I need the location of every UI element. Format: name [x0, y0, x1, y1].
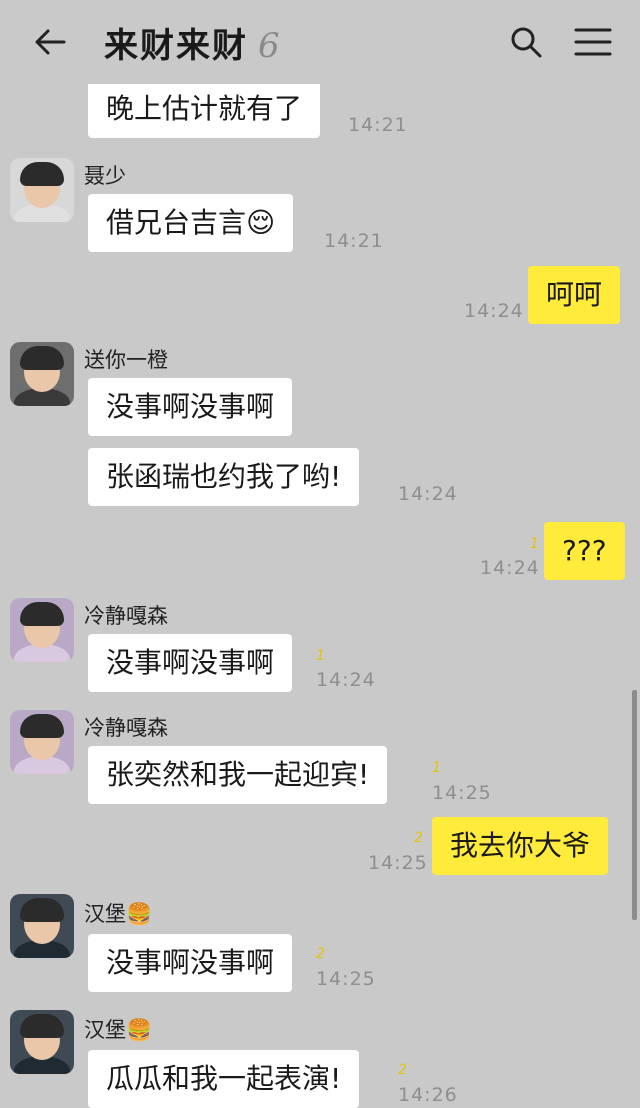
message-time: 14:21 [324, 230, 384, 252]
message-time: 14:26 [398, 1084, 458, 1106]
sender-name: 汉堡🍔 [84, 1018, 153, 1042]
top-bar: 来财来财 6 [0, 0, 640, 84]
sender-name: 冷静嘎森 [84, 604, 168, 628]
message-time: 14:24 [464, 300, 524, 322]
message-bubble[interactable]: 张奕然和我一起迎宾! [88, 746, 388, 804]
message-time: 14:25 [368, 852, 428, 874]
message-bubble[interactable]: 晚上估计就有了 [88, 80, 321, 138]
message-bubble[interactable]: 没事啊没事啊 [88, 378, 293, 436]
message-time: 14:24 [316, 669, 376, 691]
message-time: 14:21 [348, 114, 408, 136]
avatar[interactable] [10, 342, 74, 406]
message-time: 14:24 [398, 483, 458, 505]
message-bubble[interactable]: 没事啊没事啊 [88, 934, 293, 992]
my-message-bubble[interactable]: 呵呵 [528, 266, 621, 324]
my-message-bubble[interactable]: ??? [544, 522, 625, 580]
menu-icon[interactable] [574, 26, 612, 58]
sender-name: 汉堡🍔 [84, 902, 153, 926]
avatar[interactable] [10, 158, 74, 222]
read-count: 2 [316, 946, 325, 962]
avatar[interactable] [10, 894, 74, 958]
message-time: 14:25 [316, 968, 376, 990]
avatar[interactable] [10, 598, 74, 662]
read-count: 1 [316, 648, 325, 664]
message-time: 14:25 [432, 782, 492, 804]
my-message-bubble[interactable]: 我去你大爷 [432, 817, 609, 875]
avatar[interactable] [10, 710, 74, 774]
read-count: 1 [530, 536, 539, 552]
avatar[interactable] [10, 1010, 74, 1074]
scrollbar[interactable] [632, 690, 637, 920]
group-name: 来财来财 [104, 26, 248, 66]
message-bubble[interactable]: 瓜瓜和我一起表演! [88, 1050, 360, 1108]
read-count: 1 [432, 760, 441, 776]
message-bubble[interactable]: 没事啊没事啊 [88, 634, 293, 692]
member-count: 6 [258, 26, 282, 66]
back-arrow-icon[interactable] [30, 22, 70, 62]
read-count: 2 [414, 830, 423, 846]
search-icon[interactable] [508, 24, 544, 60]
sender-name: 聂少 [84, 164, 126, 188]
message-time: 14:24 [480, 557, 540, 579]
read-count: 2 [398, 1062, 407, 1078]
sender-name: 冷静嘎森 [84, 716, 168, 740]
sender-name: 送你一橙 [84, 348, 168, 372]
chat-title: 来财来财 6 [104, 18, 282, 67]
message-bubble[interactable]: 张函瑞也约我了哟! [88, 448, 360, 506]
message-bubble[interactable]: 借兄台吉言😌 [88, 194, 294, 252]
